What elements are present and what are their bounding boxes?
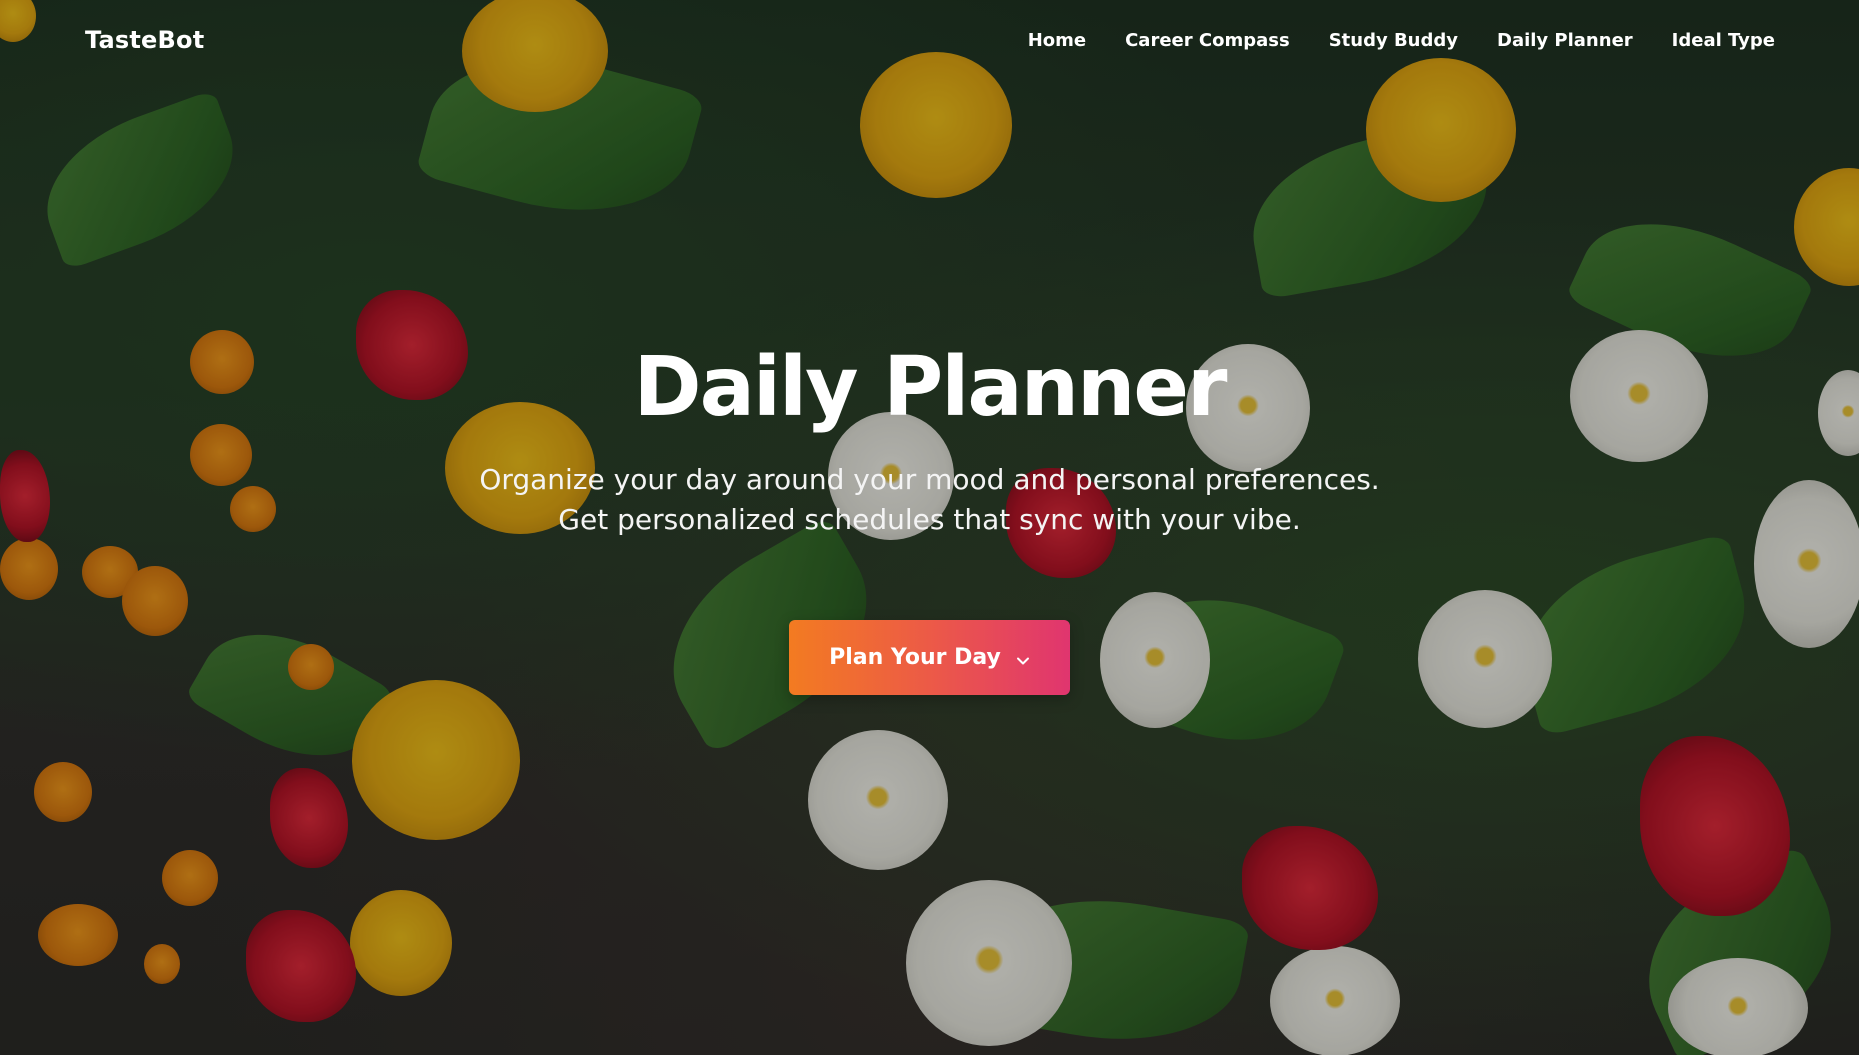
brand-logo[interactable]: TasteBot: [85, 26, 204, 54]
nav-link-home[interactable]: Home: [1028, 30, 1086, 51]
hero-content: Daily Planner Organize your day around y…: [0, 340, 1859, 695]
plan-your-day-label: Plan Your Day: [829, 645, 1001, 670]
page-title: Daily Planner: [633, 340, 1228, 435]
top-navbar: TasteBot Home Career Compass Study Buddy…: [0, 0, 1859, 84]
plan-your-day-button[interactable]: Plan Your Day: [789, 620, 1070, 695]
nav-link-daily-planner[interactable]: Daily Planner: [1497, 30, 1633, 51]
hero-subtitle: Organize your day around your mood and p…: [479, 463, 1380, 536]
chevron-down-icon: [1015, 650, 1031, 666]
hero-section: TasteBot Home Career Compass Study Buddy…: [0, 0, 1859, 1055]
nav-link-career-compass[interactable]: Career Compass: [1125, 30, 1290, 51]
nav-link-study-buddy[interactable]: Study Buddy: [1329, 30, 1458, 51]
nav-link-ideal-type[interactable]: Ideal Type: [1672, 30, 1775, 51]
nav-links: Home Career Compass Study Buddy Daily Pl…: [1028, 30, 1775, 51]
